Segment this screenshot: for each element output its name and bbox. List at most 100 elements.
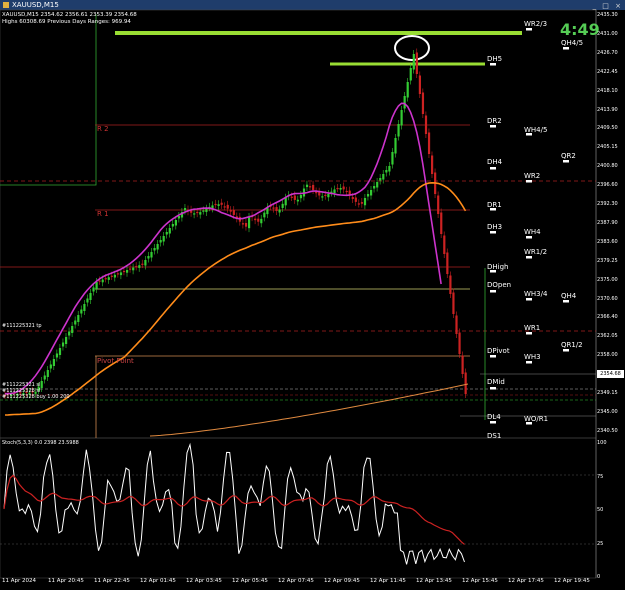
time-tick-label: 12 Apr 03:45 [186,578,222,584]
candle-body [418,75,421,94]
candle-body [162,236,165,242]
candle-body [43,375,46,380]
candle-body [74,320,77,325]
candle-body [214,203,217,206]
candle-body [46,370,49,377]
candle-body [452,292,455,314]
candle-body [409,68,412,81]
level-marker [563,160,569,163]
candle-body [153,248,156,251]
candle-body [443,235,446,254]
candle-body [159,240,162,243]
level-marker [526,361,532,364]
price-tick-label: 2392.30 [597,201,618,207]
price-tick-label: 2387.90 [597,219,618,226]
level-marker [526,236,532,239]
price-tick-label: 2345.00 [597,408,618,415]
candle-body [232,210,235,215]
candle-body [351,197,354,200]
candle-body [376,182,379,188]
level-label-ds1: DS1 [487,432,502,440]
candle-body [421,92,425,114]
time-tick-label: 12 Apr 11:45 [370,578,406,584]
level-marker [490,125,496,128]
price-tick-label: 2435.30 [597,12,618,18]
time-tick-label: 12 Apr 17:45 [508,578,544,584]
candle-body [129,268,132,270]
level-marker [526,180,532,183]
level-label-wh4: WH4 [524,228,541,236]
candle-body [278,209,281,213]
candle-body [171,224,174,227]
candle-body [141,263,144,265]
stochastic-main-line [3,442,465,565]
candle-body [101,279,104,283]
candle-body [394,138,397,154]
candle-body [312,184,315,190]
candle-body [98,280,101,282]
price-tick-label: 2431.00 [597,30,618,37]
price-tick-label: 2396.60 [597,182,618,189]
candle-body [464,372,467,394]
candle-body [293,195,296,200]
candle-body [168,228,171,234]
level-label-dh3: DH3 [487,223,503,231]
candle-body [284,197,287,206]
candle-body [412,54,415,70]
candle-body [461,355,464,374]
level-marker [526,28,532,31]
order-label-3[interactable]: #111225328 buy 1.00 200 [2,394,70,400]
price-tick-label: 2413.90 [597,106,618,113]
candle-body [55,353,59,358]
level-marker [563,47,569,50]
candle-body [391,152,394,165]
candle-body [406,82,409,98]
candle-body [263,212,266,218]
price-tick-label: 2422.45 [597,68,618,75]
candle-body [126,270,129,273]
time-tick-label: 12 Apr 07:45 [278,578,314,584]
candle-body [248,217,251,229]
level-label-qr2: QR2 [561,152,576,160]
price-tick-label: 2426.70 [597,49,618,56]
candle-body [458,332,461,354]
candle-body [427,132,431,154]
level-label-wr1-2: WR1/2 [524,248,548,256]
level-label-dh4: DH4 [487,158,503,166]
candle-body [455,315,458,334]
candle-body [77,315,80,322]
level-label-wh3-4: WH3/4 [524,290,548,298]
level-label-dpivot: DPivot [487,347,510,355]
level-label-dhigh: DHigh [487,263,509,271]
level-label-dmid: DMid [487,378,505,386]
candle-body [305,184,309,188]
order-tp-label[interactable]: #111225321 tp [2,323,42,329]
candle-body [403,96,406,109]
candle-body [68,331,71,336]
price-tick-label: 2375.00 [597,276,618,283]
candle-body [366,194,370,197]
level-label-qh4: QH4 [561,292,577,300]
candle-body [147,256,150,259]
candle-body [83,304,86,311]
level-marker [490,290,496,293]
price-tick-label: 2370.60 [597,295,618,302]
stochastic-tick-label: 25 [597,540,604,547]
stochastic-signal-line [3,474,465,545]
price-tick-label: 2358.00 [597,352,618,359]
candle-body [385,170,388,173]
candle-body [290,196,293,198]
candle-body [388,166,391,172]
candle-body [357,203,360,205]
level-marker [490,387,496,390]
time-tick-label: 12 Apr 05:45 [232,578,268,584]
candle-body [138,265,141,268]
r2-label: R 2 [97,125,109,133]
candle-body [431,155,434,174]
candle-body [440,212,443,234]
level-marker [490,231,496,234]
level-marker [490,167,496,170]
level-marker [490,63,496,66]
level-marker [490,421,496,424]
price-tick-label: 2409.50 [597,125,618,132]
